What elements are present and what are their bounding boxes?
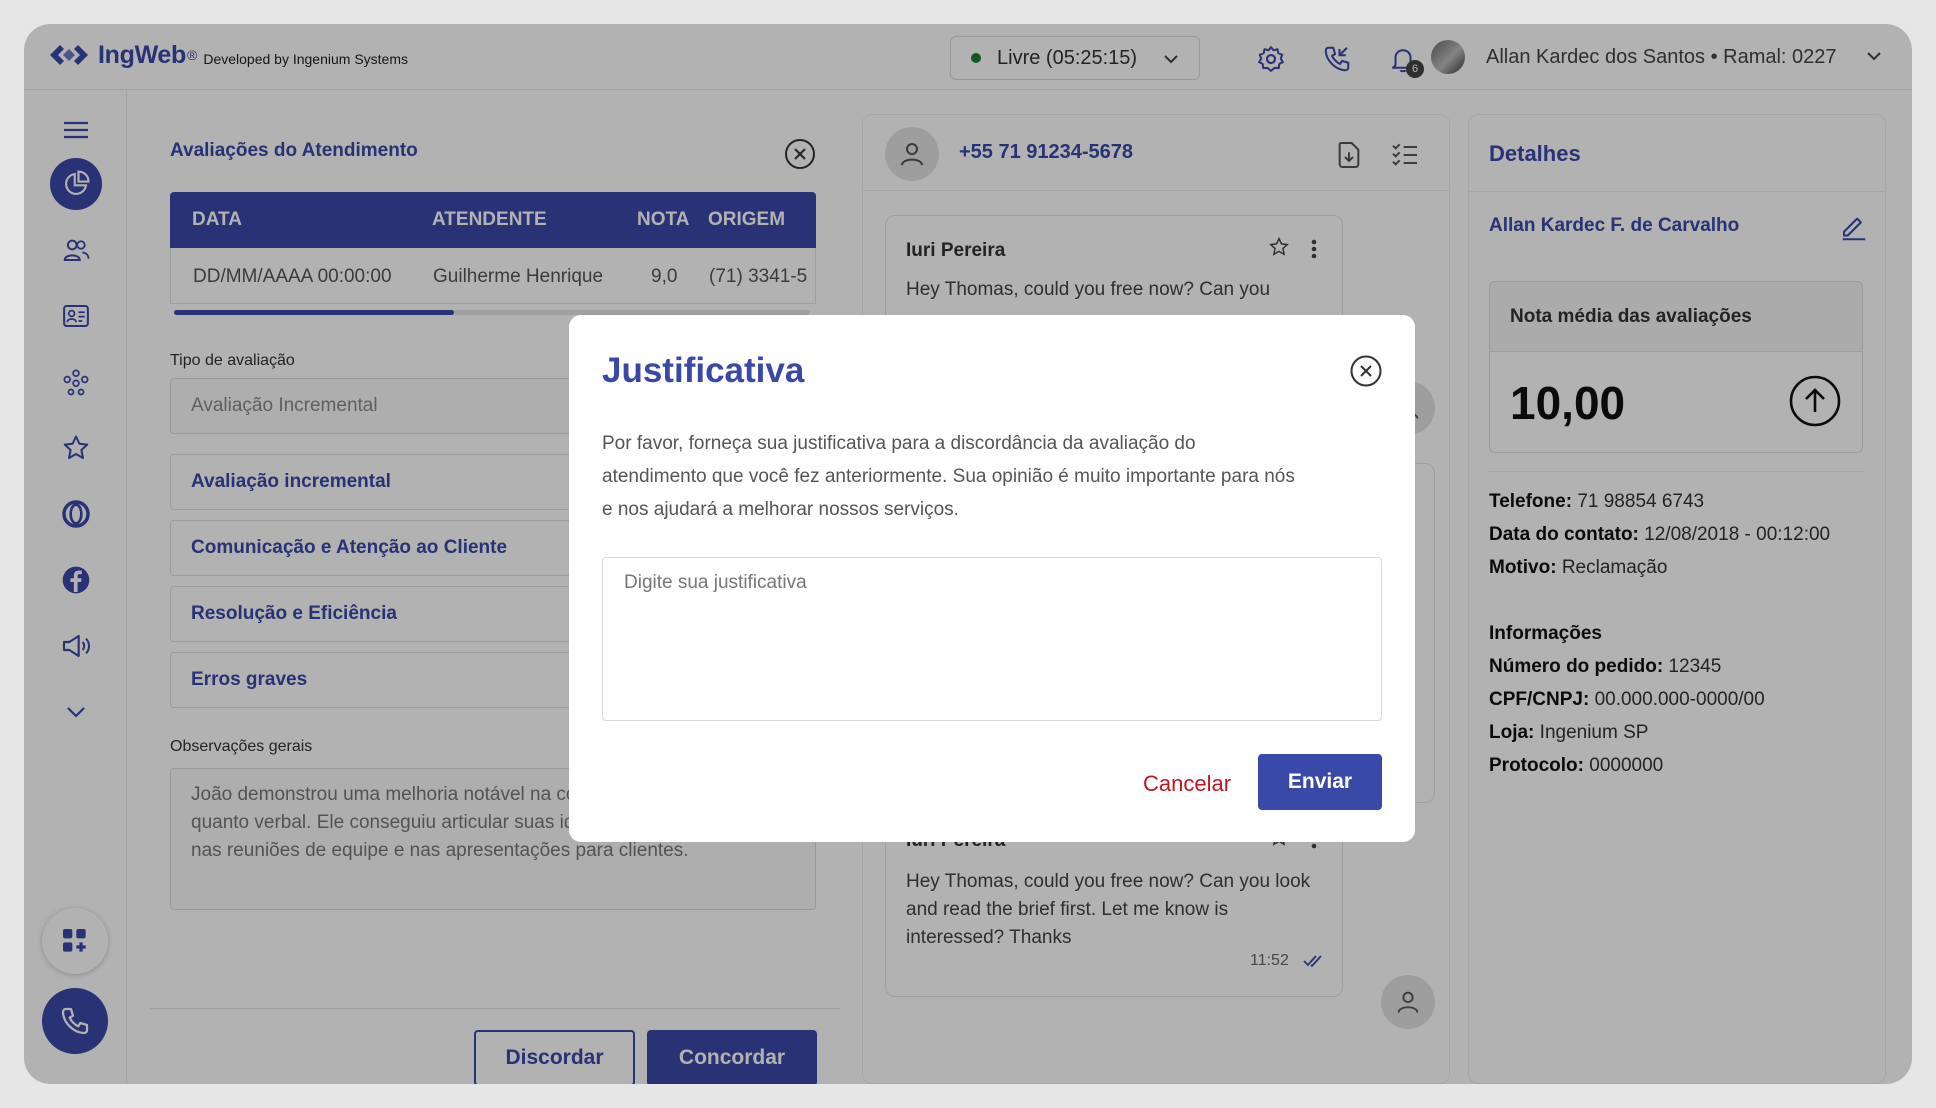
close-icon[interactable] <box>1349 354 1383 388</box>
send-button[interactable]: Enviar <box>1258 754 1382 810</box>
app-window: IngWeb ® Developed by Ingenium Systems L… <box>24 24 1912 1084</box>
justification-input[interactable] <box>602 557 1382 721</box>
dialog-message: Por favor, forneça sua justificativa par… <box>602 433 1295 520</box>
justification-dialog: Justificativa Por favor, forneça sua jus… <box>569 315 1415 842</box>
cancel-button[interactable]: Cancelar <box>1143 771 1231 797</box>
dialog-title: Justificativa <box>602 351 805 390</box>
